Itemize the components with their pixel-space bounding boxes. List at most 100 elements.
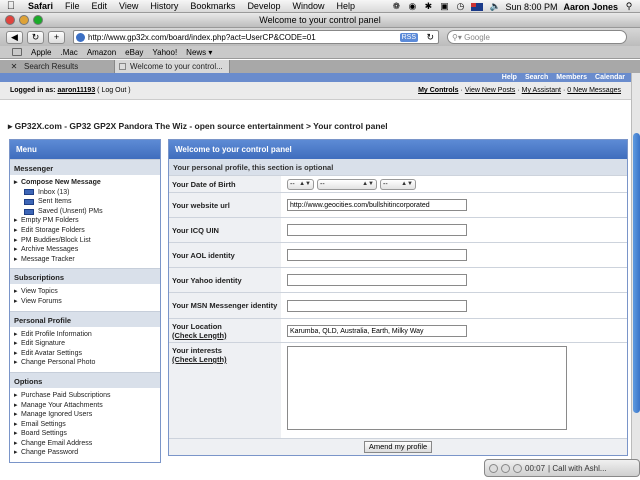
view-new-posts-link[interactable]: View New Posts	[465, 87, 515, 94]
my-assistant-link[interactable]: My Assistant	[522, 87, 561, 94]
bookmarks-book-icon[interactable]	[12, 48, 22, 56]
location-input[interactable]: Karumba, QLD, Australia, Earth, Milky Wa…	[287, 324, 467, 337]
menubar-clock[interactable]: Sun 8:00 PM	[505, 2, 557, 12]
bullet-arrow-icon: ▸	[14, 236, 18, 244]
my-controls-link[interactable]: My Controls	[418, 87, 458, 94]
menu-view[interactable]: View	[113, 1, 144, 11]
menu-item[interactable]: ▸ Edit Profile Information	[14, 330, 156, 340]
menu-item[interactable]: ▸ Compose New Message	[14, 178, 156, 188]
menu-bookmarks[interactable]: Bookmarks	[184, 1, 241, 11]
search-field[interactable]: ⚲▾ Google	[447, 30, 627, 44]
menu-item[interactable]: ▸ Board Settings	[14, 429, 156, 439]
bookmark-apple[interactable]: Apple	[31, 48, 51, 57]
menu-item[interactable]: ▸ Message Tracker	[14, 255, 156, 265]
window-titlebar[interactable]: Welcome to your control panel	[0, 13, 640, 28]
add-bookmark-button[interactable]: +	[48, 30, 65, 44]
interests-check-length-link[interactable]: (Check Length)	[172, 355, 278, 364]
menu-item[interactable]: ▸ Change Personal Photo	[14, 358, 156, 368]
call-minimize-icon[interactable]	[501, 463, 510, 473]
close-tab-icon[interactable]: ✕	[4, 62, 24, 71]
menu-item[interactable]: ▸ Change Password	[14, 448, 156, 458]
amend-profile-button[interactable]: Amend my profile	[363, 441, 433, 453]
dob-month-select[interactable]: -- ▲▼	[317, 178, 377, 190]
apple-menu-icon[interactable]: 	[0, 0, 22, 12]
menu-item[interactable]: ▸ Edit Signature	[14, 339, 156, 349]
bookmark-news[interactable]: News ▾	[186, 48, 212, 57]
new-messages-link[interactable]: 0 New Messages	[567, 87, 621, 94]
nav-calendar-link[interactable]: Calendar	[595, 74, 625, 81]
scrollbar-thumb[interactable]	[633, 133, 640, 413]
call-close-icon[interactable]	[489, 463, 498, 473]
menu-item[interactable]: ▸ Edit Avatar Settings	[14, 349, 156, 359]
menu-item[interactable]: ▸ Manage Ignored Users	[14, 410, 156, 420]
menu-item[interactable]: ▸ Empty PM Folders	[14, 216, 156, 226]
nav-members-link[interactable]: Members	[556, 74, 587, 81]
username-link[interactable]: aaron11193	[57, 87, 95, 94]
menu-item[interactable]: ▸ View Forums	[14, 297, 156, 307]
menu-item[interactable]: ▸ Purchase Paid Subscriptions	[14, 391, 156, 401]
nav-help-link[interactable]: Help	[502, 74, 517, 81]
menu-item[interactable]: ▸ PM Buddies/Block List	[14, 236, 156, 246]
time-machine-icon[interactable]: ◷	[455, 2, 465, 11]
menu-item[interactable]: ▸ Email Settings	[14, 420, 156, 430]
tab-search-results[interactable]: ✕ Search Results	[0, 60, 115, 73]
menu-item-label: Inbox (13)	[38, 188, 70, 196]
menu-item[interactable]: ▸ Archive Messages	[14, 245, 156, 255]
interests-label-cell: Your interests (Check Length)	[169, 343, 281, 438]
bookmark-ebay[interactable]: eBay	[125, 48, 143, 57]
call-widget[interactable]: 00:07 | Call with Ashl...	[484, 459, 640, 477]
nav-search-link[interactable]: Search	[525, 74, 548, 81]
bookmark-mac[interactable]: .Mac	[60, 48, 77, 57]
aol-input[interactable]	[287, 249, 467, 261]
menu-window[interactable]: Window	[286, 1, 330, 11]
dob-year-select[interactable]: -- ▲▼	[380, 178, 416, 190]
back-button[interactable]: ◀	[6, 30, 23, 44]
address-reload-icon[interactable]: ↻	[426, 32, 434, 43]
menu-item[interactable]: Inbox (13)	[14, 188, 156, 198]
menu-item[interactable]: ▸ Edit Storage Folders	[14, 226, 156, 236]
menu-edit[interactable]: Edit	[86, 1, 114, 11]
bullet-arrow-icon: ▸	[14, 359, 18, 367]
bullet-arrow-icon: ▸	[14, 226, 18, 234]
input-flag-icon[interactable]	[471, 2, 484, 11]
menu-safari[interactable]: Safari	[22, 1, 59, 11]
paw-icon[interactable]: ❁	[391, 2, 401, 11]
minimize-window-button[interactable]	[19, 15, 29, 25]
interests-textarea[interactable]	[287, 346, 567, 430]
bullet-arrow-icon: ▸	[14, 255, 18, 263]
close-window-button[interactable]	[5, 15, 15, 25]
location-check-length-link[interactable]: (Check Length)	[172, 331, 278, 340]
logout-link[interactable]: ( Log Out )	[97, 87, 130, 94]
tab-control-panel[interactable]: Welcome to your control...	[115, 60, 230, 73]
dob-day-select[interactable]: -- ▲▼	[287, 178, 314, 190]
msn-input[interactable]	[287, 299, 467, 312]
page-scrollbar[interactable]	[631, 73, 640, 465]
bookmark-yahoo[interactable]: Yahoo!	[152, 48, 177, 57]
menu-item[interactable]: Saved (Unsent) PMs	[14, 207, 156, 217]
spotlight-icon[interactable]: ⚲	[624, 2, 634, 11]
volume-icon[interactable]: 🔈	[489, 2, 500, 11]
call-zoom-icon[interactable]	[513, 463, 522, 473]
rss-button[interactable]: RSS	[399, 33, 418, 42]
reload-button[interactable]: ↻	[27, 30, 44, 44]
menu-item[interactable]: ▸ Manage Your Attachments	[14, 401, 156, 411]
website-input[interactable]: http://www.geocities.com/bullshitincorpo…	[287, 199, 467, 211]
zoom-window-button[interactable]	[33, 15, 43, 25]
yahoo-input[interactable]	[287, 274, 467, 286]
menu-file[interactable]: File	[59, 1, 86, 11]
dob-label: Your Date of Birth	[169, 176, 281, 192]
icq-input[interactable]	[287, 224, 467, 236]
menu-develop[interactable]: Develop	[241, 1, 286, 11]
menu-item[interactable]: Sent Items	[14, 197, 156, 207]
menu-item[interactable]: ▸ View Topics	[14, 287, 156, 297]
menu-help[interactable]: Help	[330, 1, 361, 11]
menu-item[interactable]: ▸ Change Email Address	[14, 439, 156, 449]
bluetooth-icon[interactable]: ✱	[423, 2, 433, 11]
breadcrumb[interactable]: ▸ GP32X.com - GP32 GP2X Pandora The Wiz …	[8, 121, 388, 132]
skype-icon[interactable]: ◉	[407, 2, 417, 11]
menubar-user[interactable]: Aaron Jones	[563, 2, 618, 12]
address-bar[interactable]: http://www.gp32x.com/board/index.php?act…	[73, 30, 439, 44]
menu-history[interactable]: History	[144, 1, 184, 11]
bookmark-amazon[interactable]: Amazon	[87, 48, 116, 57]
display-icon[interactable]: ▣	[439, 2, 449, 11]
